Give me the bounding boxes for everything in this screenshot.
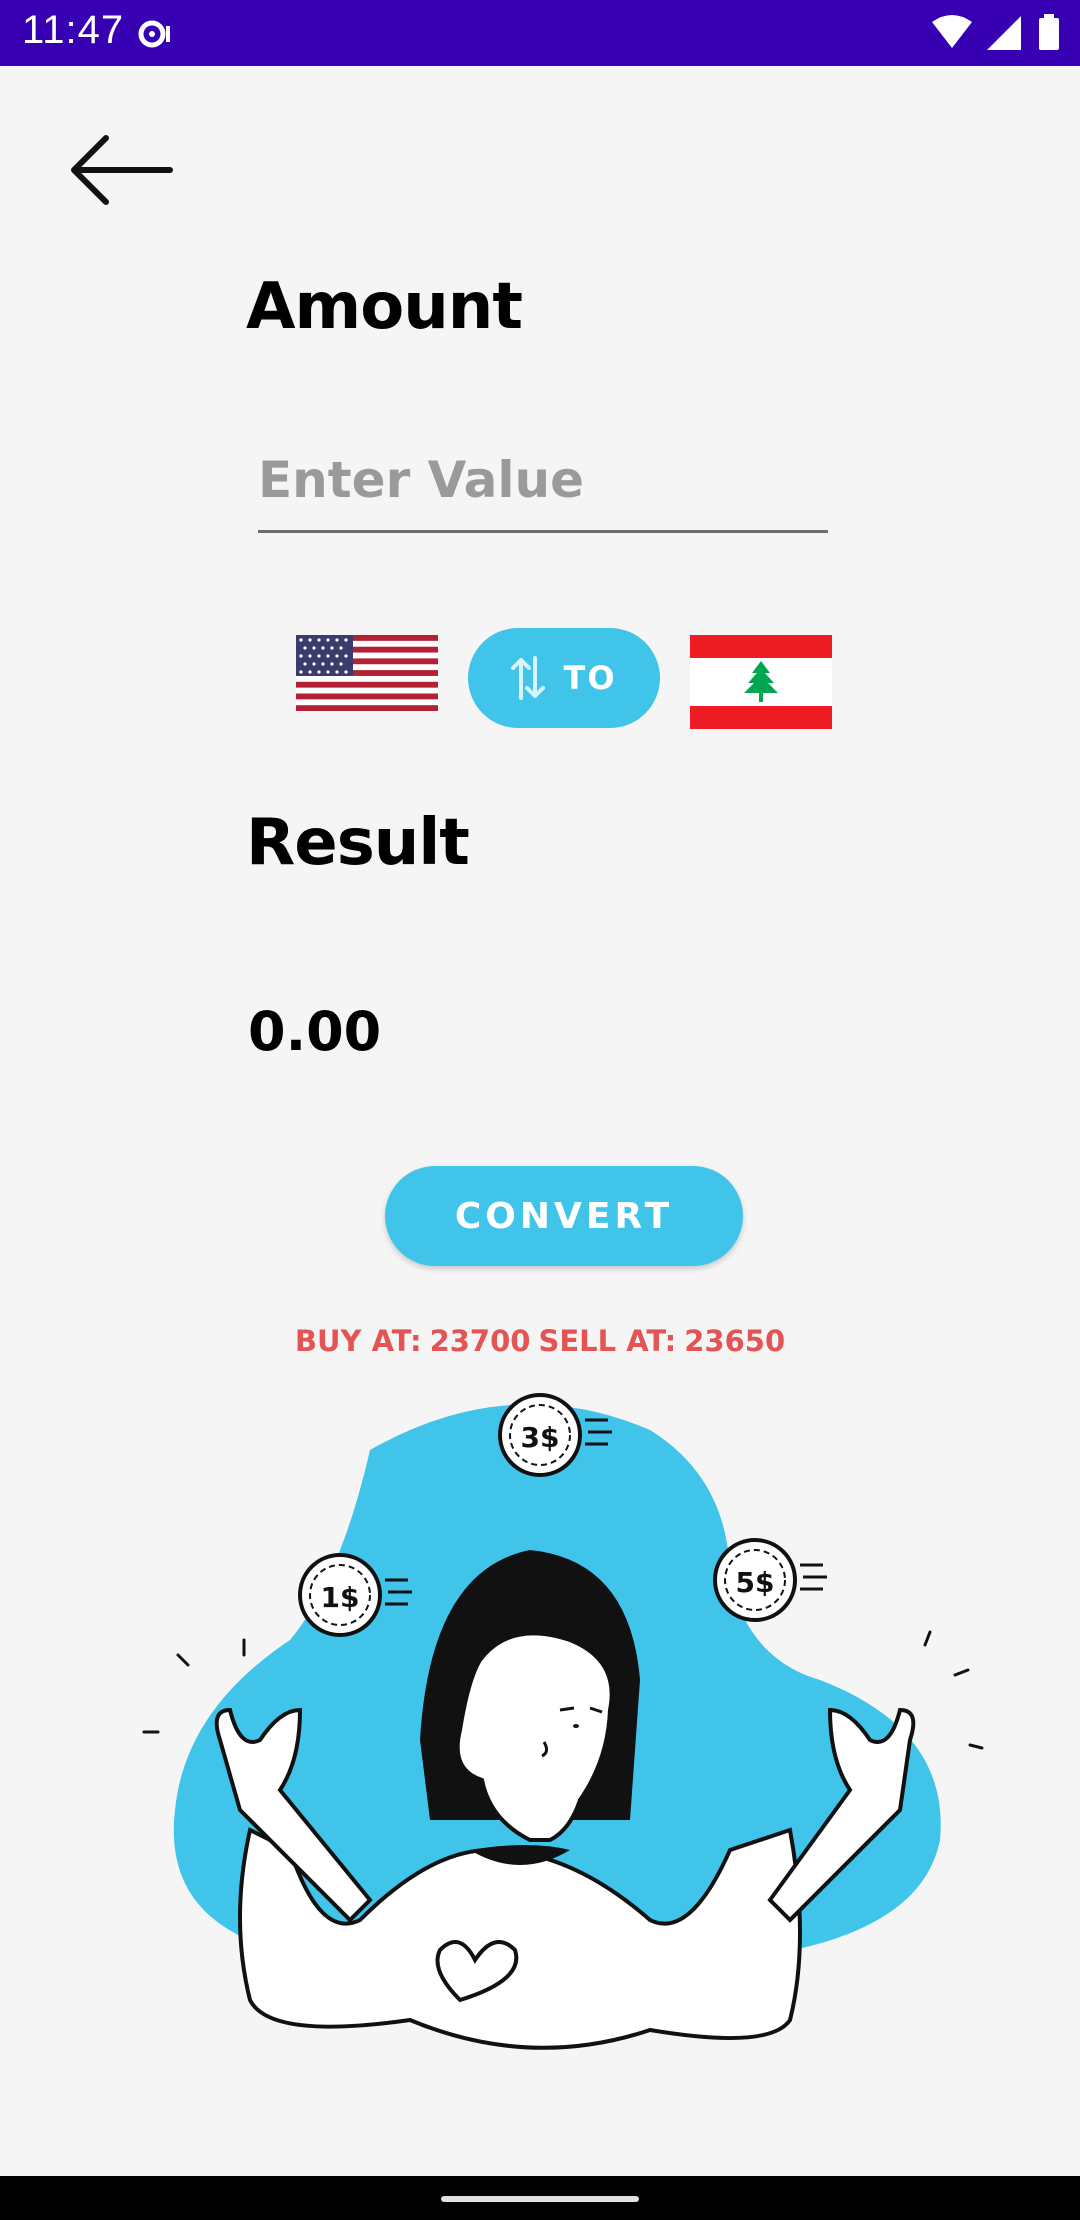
- coin-3: 5$: [713, 1538, 827, 1622]
- swap-arrows-icon: [511, 656, 546, 700]
- lebanon-flag[interactable]: [690, 635, 832, 729]
- sell-value: 23650: [684, 1324, 786, 1358]
- swap-label: TO: [563, 659, 617, 697]
- home-gesture-handle[interactable]: [441, 2196, 639, 2202]
- convert-button[interactable]: CONVERT: [385, 1166, 743, 1266]
- woman-juggling-coins-illustration: 1$ 3$ 5$: [142, 1393, 984, 2050]
- amount-input[interactable]: [258, 430, 828, 533]
- result-title: Result: [246, 806, 470, 880]
- signal-icon: [986, 16, 1021, 50]
- arrow-left-icon: [71, 135, 173, 205]
- buy-value: 23700: [429, 1324, 531, 1358]
- battery-icon: [1039, 14, 1059, 50]
- result-value: 0.00: [248, 1000, 382, 1063]
- notification-icon: [138, 20, 170, 48]
- sell-label: SELL AT:: [538, 1324, 677, 1358]
- wifi-icon: [931, 15, 972, 48]
- navigation-bar: [0, 2176, 1080, 2220]
- us-flag[interactable]: [296, 635, 438, 711]
- exchange-rates: BUY AT: 23700 SELL AT: 23650: [0, 1324, 1080, 1358]
- status-bar: 11:47: [0, 0, 1080, 66]
- status-time: 11:47: [22, 8, 125, 52]
- svg-text:5$: 5$: [736, 1566, 775, 1599]
- status-icons: [930, 14, 1062, 56]
- svg-text:3$: 3$: [521, 1421, 560, 1454]
- back-button[interactable]: [70, 130, 174, 210]
- svg-text:1$: 1$: [321, 1581, 360, 1614]
- amount-title: Amount: [246, 270, 523, 344]
- swap-currency-button[interactable]: TO: [468, 628, 660, 728]
- buy-label: BUY AT:: [294, 1324, 422, 1358]
